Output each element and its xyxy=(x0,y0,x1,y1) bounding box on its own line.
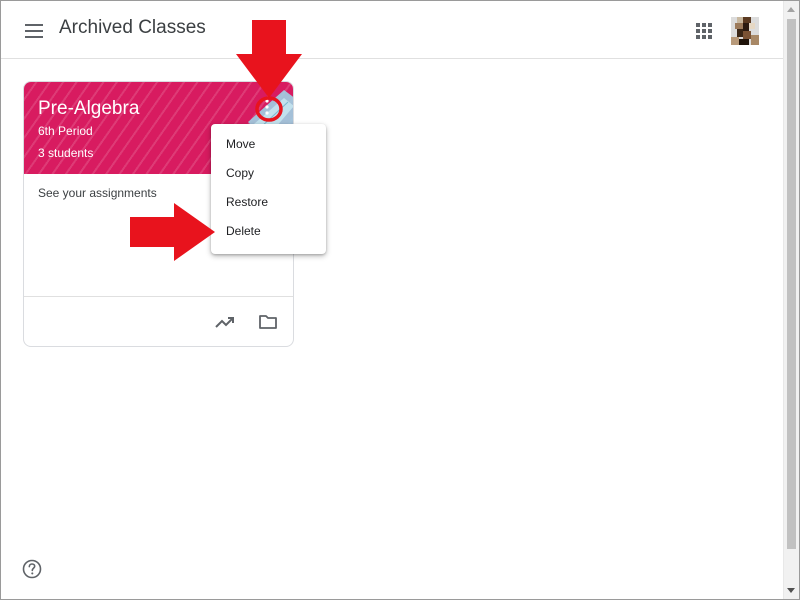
avatar-image xyxy=(731,17,759,45)
menu-item-restore[interactable]: Restore xyxy=(211,188,326,217)
google-apps-button[interactable] xyxy=(691,18,717,44)
apps-grid-icon xyxy=(696,23,712,39)
vertical-scrollbar[interactable] xyxy=(783,1,799,599)
scroll-up-icon[interactable] xyxy=(787,7,795,12)
scroll-down-icon[interactable] xyxy=(787,588,795,593)
top-app-bar: Archived Classes xyxy=(1,1,783,59)
card-footer xyxy=(24,296,293,346)
hamburger-menu-icon xyxy=(25,24,43,38)
help-icon[interactable] xyxy=(22,559,42,579)
student-count: 3 students xyxy=(38,146,94,160)
more-vert-icon[interactable] xyxy=(258,98,276,116)
class-drive-folder-button[interactable] xyxy=(257,311,279,333)
card-options-menu: Move Copy Restore Delete xyxy=(211,124,326,254)
menu-item-copy[interactable]: Copy xyxy=(211,159,326,188)
assignments-link[interactable]: See your assignments xyxy=(38,186,157,200)
menu-item-delete[interactable]: Delete xyxy=(211,217,326,246)
main-menu-button[interactable] xyxy=(21,18,47,44)
scrollbar-thumb[interactable] xyxy=(787,19,796,549)
menu-item-move[interactable]: Move xyxy=(211,130,326,159)
trending-up-icon xyxy=(215,317,234,328)
account-avatar[interactable] xyxy=(731,17,759,45)
class-title[interactable]: Pre-Algebra xyxy=(38,98,139,120)
folder-icon xyxy=(259,315,277,329)
class-section: 6th Period xyxy=(38,124,93,138)
page-title: Archived Classes xyxy=(59,17,206,38)
gradebook-button[interactable] xyxy=(214,311,236,333)
